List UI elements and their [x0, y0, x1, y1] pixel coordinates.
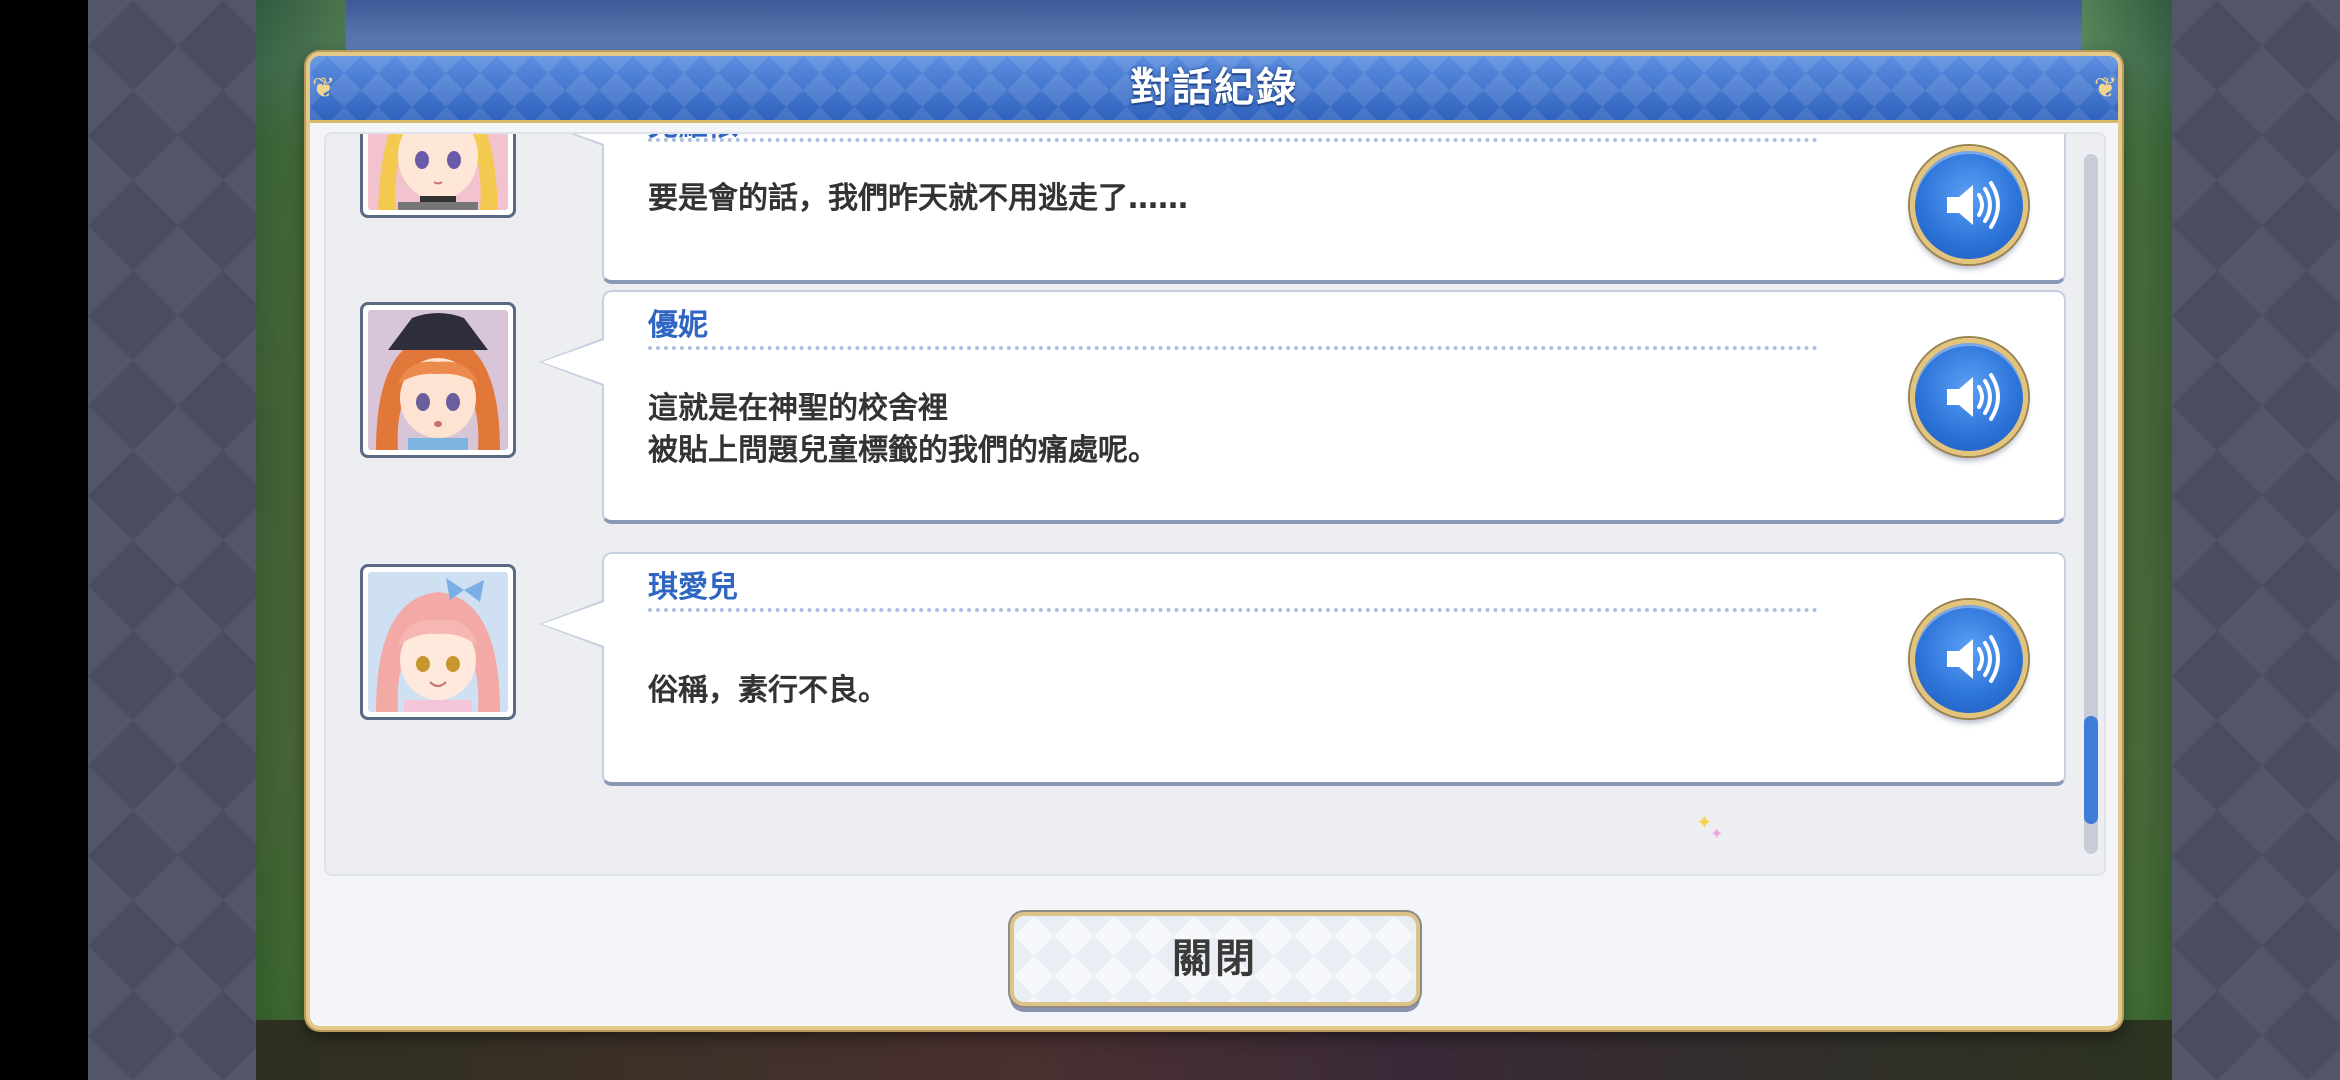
portrait-chloe-icon: [368, 134, 508, 210]
replay-voice-button[interactable]: [1910, 600, 2028, 718]
speaker-volume-icon: [1947, 181, 2000, 229]
speaker-divider: [648, 608, 1818, 612]
dialogue-line: 這就是在神聖的校舍裡: [648, 391, 948, 426]
speaker-name: 優妮: [648, 308, 708, 343]
close-button-label: 關閉: [1172, 936, 1258, 982]
sparkle-effect-icon: ✦: [1710, 824, 1724, 843]
speaker-volume-icon: [1947, 635, 2000, 683]
dialogue-log-list[interactable]: 克蘿依 要是會的話，我們昨天就不用逃走了……: [324, 132, 2106, 876]
dialogue-bubble: 優妮 這就是在神聖的校舍裡 被貼上問題兒童標籤的我們的痛處呢。: [539, 290, 2066, 524]
speaker-portrait: [360, 302, 516, 458]
portrait-yuni-icon: [368, 310, 508, 450]
bubble-tail: [542, 602, 604, 646]
bubble-tail: [542, 340, 604, 384]
speaker-volume-icon: [1947, 373, 2000, 421]
log-entry: 優妮 這就是在神聖的校舍裡 被貼上問題兒童標籤的我們的痛處呢。: [326, 290, 2086, 530]
game-screen: ❦ ❦ 對話紀錄 要是會的話，我們昨天就不用逃走了…… 優妮 這就是在神聖的校舍…: [0, 0, 2340, 1080]
replay-voice-button[interactable]: [1910, 146, 2028, 264]
dialog-title: 對話紀錄: [1130, 65, 1298, 111]
speaker-divider: [648, 138, 1818, 142]
dialogue-bubble: 琪愛兒 俗稱，素行不良。: [539, 552, 2066, 786]
dialogue-line: 被貼上問題兒童標籤的我們的痛處呢。: [648, 433, 1158, 468]
speaker-portrait: [360, 564, 516, 720]
log-scrollbar[interactable]: [2084, 154, 2098, 854]
left-letterbox-pattern: [88, 0, 256, 1080]
log-entry: 克蘿依 要是會的話，我們昨天就不用逃走了……: [326, 134, 2086, 290]
speaker-divider: [648, 346, 1818, 350]
speaker-portrait: [360, 134, 516, 218]
dialogue-log-window: ❦ ❦ 對話紀錄 要是會的話，我們昨天就不用逃走了…… 優妮 這就是在神聖的校舍…: [306, 52, 2122, 1030]
log-scrollbar-thumb[interactable]: [2084, 716, 2098, 824]
dialogue-line: 要是會的話，我們昨天就不用逃走了……: [648, 181, 1188, 216]
speaker-name: 琪愛兒: [648, 570, 738, 605]
dialogue-bubble: 克蘿依 要是會的話，我們昨天就不用逃走了……: [539, 134, 2066, 284]
replay-voice-button[interactable]: [1910, 338, 2028, 456]
close-button[interactable]: 關閉: [1010, 912, 1420, 1006]
bubble-tail: [542, 134, 604, 144]
log-entry: 琪愛兒 俗稱，素行不良。: [326, 552, 2086, 792]
dialogue-line: 俗稱，素行不良。: [648, 673, 888, 708]
portrait-chieru-icon: [368, 572, 508, 712]
right-letterbox-pattern: [2172, 0, 2340, 1080]
